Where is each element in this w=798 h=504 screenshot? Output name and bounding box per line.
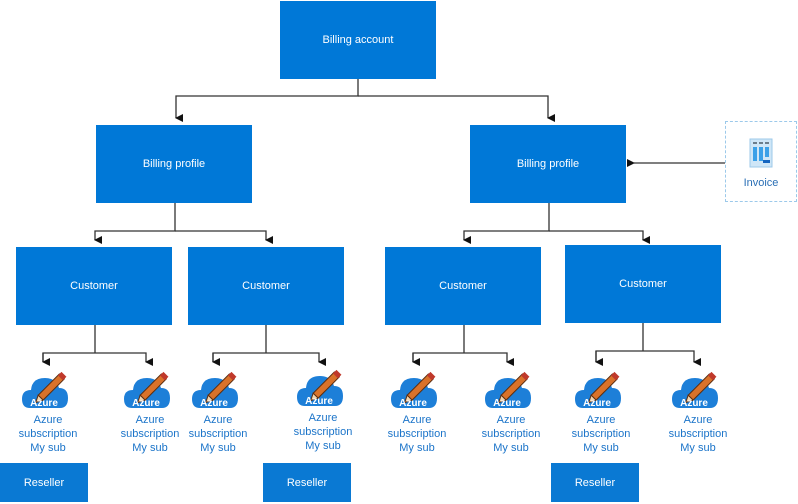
subscription-name: My sub xyxy=(200,442,236,454)
billing-account-label: Billing account xyxy=(322,34,394,46)
subscription-line2: subscription xyxy=(188,428,248,440)
subscription-name: My sub xyxy=(583,442,619,454)
azure-cloud-pencil-icon: Azure xyxy=(485,371,531,409)
subscription-name: My sub xyxy=(399,442,435,454)
connector-customer1-subs xyxy=(42,325,146,362)
customer-node[interactable]: Customer xyxy=(565,245,721,323)
reseller-label: Reseller xyxy=(23,476,65,489)
azure-badge: Azure xyxy=(30,398,58,409)
subscription-line2: subscription xyxy=(387,428,447,440)
subscription-line1: Azure xyxy=(496,414,526,426)
azure-badge: Azure xyxy=(305,396,333,407)
subscription-line2: subscription xyxy=(18,428,78,440)
connector-profile-customers-left2 xyxy=(175,230,273,244)
reseller-node[interactable]: Reseller xyxy=(551,463,639,502)
subscription-line1: Azure xyxy=(586,414,616,426)
billing-profile-label: Billing profile xyxy=(142,158,206,170)
subscription-line1: Azure xyxy=(33,414,63,426)
connector-account-profile-right xyxy=(358,95,555,122)
reseller-node[interactable]: Reseller xyxy=(0,463,88,502)
customer-label: Customer xyxy=(619,278,667,290)
azure-subscription-node[interactable]: Azure Azure subscription My sub xyxy=(283,362,363,453)
connector-profile-customers-right2 xyxy=(549,230,650,244)
azure-badge: Azure xyxy=(399,398,427,409)
azure-badge: Azure xyxy=(583,398,611,409)
azure-badge: Azure xyxy=(200,398,228,409)
azure-badge: Azure xyxy=(680,398,708,409)
connector-customer2-subs xyxy=(212,325,319,362)
reseller-label: Reseller xyxy=(574,476,616,489)
invoice-icon xyxy=(749,138,773,168)
customer-node[interactable]: Customer xyxy=(385,247,541,325)
customer-node[interactable]: Customer xyxy=(188,247,344,325)
subscription-line2: subscription xyxy=(293,426,353,438)
subscription-line1: Azure xyxy=(683,414,713,426)
customer-label: Customer xyxy=(70,280,118,292)
azure-subscription-node[interactable]: Azure Azure subscription My sub xyxy=(561,364,641,455)
subscription-line1: Azure xyxy=(402,414,432,426)
billing-profile-node[interactable]: Billing profile xyxy=(96,125,252,203)
subscription-line1: Azure xyxy=(203,414,233,426)
azure-subscription-node[interactable]: Azure Azure subscription My sub xyxy=(178,364,258,455)
customer-label: Customer xyxy=(242,280,290,292)
subscription-line2: subscription xyxy=(668,428,728,440)
billing-account-node[interactable]: Billing account xyxy=(280,1,436,79)
azure-badge: Azure xyxy=(493,398,521,409)
azure-subscription-node[interactable]: Azure Azure subscription My sub xyxy=(8,364,88,455)
connector-profile-customers-right xyxy=(463,203,550,244)
connector-customer4-subs xyxy=(595,323,694,362)
reseller-node[interactable]: Reseller xyxy=(263,463,351,502)
azure-badge: Azure xyxy=(132,398,160,409)
customer-node[interactable]: Customer xyxy=(16,247,172,325)
reseller-label: Reseller xyxy=(286,476,328,489)
azure-subscription-node[interactable]: Azure Azure subscription My sub xyxy=(471,364,551,455)
azure-cloud-pencil-icon: Azure xyxy=(297,369,343,407)
subscription-name: My sub xyxy=(30,442,66,454)
azure-cloud-pencil-icon: Azure xyxy=(391,371,437,409)
azure-cloud-pencil-icon: Azure xyxy=(192,371,238,409)
subscription-name: My sub xyxy=(493,442,529,454)
azure-subscription-node[interactable]: Azure Azure subscription My sub xyxy=(377,364,457,455)
azure-cloud-pencil-icon: Azure xyxy=(124,371,170,409)
subscription-name: My sub xyxy=(680,442,716,454)
subscription-line2: subscription xyxy=(481,428,541,440)
connector-customer3-subs xyxy=(412,325,507,362)
billing-profile-node[interactable]: Billing profile xyxy=(470,125,626,203)
billing-profile-label: Billing profile xyxy=(516,158,580,170)
connector-account-profile-left xyxy=(175,78,359,122)
customer-label: Customer xyxy=(439,280,487,292)
azure-subscription-node[interactable]: Azure Azure subscription My sub xyxy=(658,364,738,455)
azure-cloud-pencil-icon: Azure xyxy=(575,371,621,409)
invoice-label: Invoice xyxy=(743,177,779,189)
azure-cloud-pencil-icon: Azure xyxy=(672,371,718,409)
azure-cloud-pencil-icon: Azure xyxy=(22,371,68,409)
subscription-line2: subscription xyxy=(571,428,631,440)
connector-profile-customers-left xyxy=(94,203,176,244)
subscription-line1: Azure xyxy=(308,412,338,424)
subscription-name: My sub xyxy=(305,440,341,452)
invoice-node[interactable]: Invoice xyxy=(725,121,797,202)
